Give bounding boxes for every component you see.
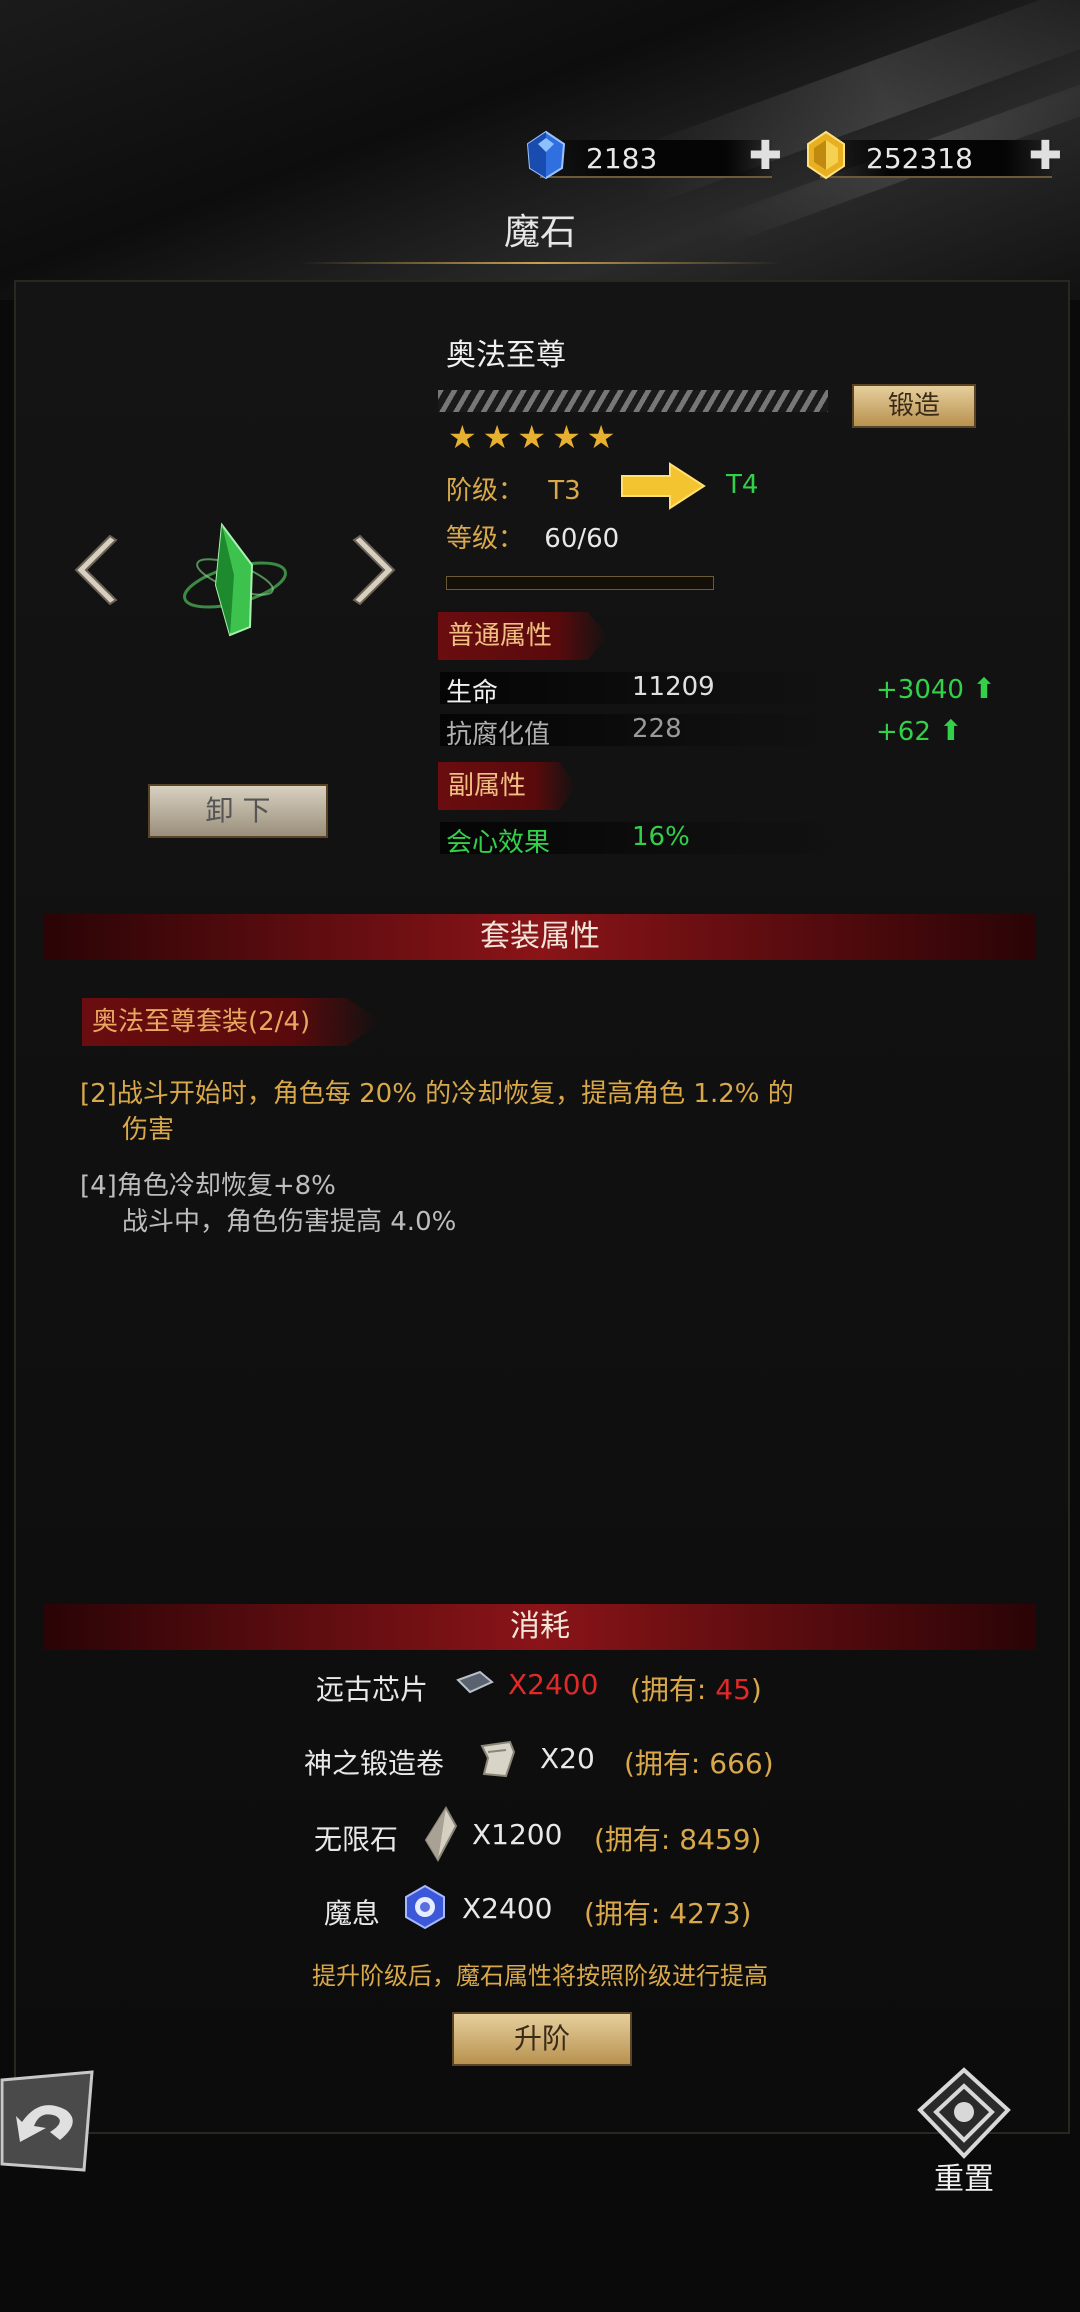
gold-amount: 252318 bbox=[866, 142, 973, 175]
level-label: 等级： bbox=[446, 524, 525, 554]
cost-own-prefix: (拥有: bbox=[584, 1897, 670, 1930]
chevron-left-icon bbox=[74, 534, 118, 606]
reset-button[interactable]: 重置 bbox=[904, 2066, 1024, 2197]
set-bonus-text: 伤害 bbox=[122, 1115, 175, 1145]
cost-own-suffix: ) bbox=[740, 1897, 752, 1930]
up-arrow-icon: ⬆ bbox=[972, 672, 996, 705]
star-icon: ★ bbox=[552, 418, 587, 456]
cost-own-value: 8459 bbox=[679, 1823, 751, 1856]
cost-item: 无限石 X1200 (拥有: 8459) bbox=[0, 1806, 1080, 1862]
star-icon: ★ bbox=[517, 418, 553, 456]
star-icon: ★ bbox=[586, 418, 622, 456]
forge-button[interactable]: 锻造 bbox=[852, 384, 976, 428]
star-icon: ★ bbox=[482, 418, 518, 456]
item-name: 奥法至尊 bbox=[446, 338, 566, 373]
cost-item-qty: X2400 bbox=[462, 1892, 553, 1925]
add-diamond-button[interactable]: ✚ bbox=[748, 136, 782, 176]
back-arrow-icon bbox=[0, 2070, 94, 2172]
tier-from: T3 bbox=[548, 476, 581, 506]
stat-name: 生命 bbox=[446, 678, 499, 708]
cost-own-value: 45 bbox=[715, 1673, 751, 1706]
tier-label: 阶级： bbox=[446, 476, 525, 506]
cost-own-prefix: (拥有: bbox=[630, 1673, 716, 1706]
chip-icon bbox=[456, 1670, 494, 1694]
gold-gem-icon bbox=[807, 130, 845, 180]
set-bonus-tag: [2] bbox=[80, 1079, 117, 1109]
sub-attr-header: 副属性 bbox=[438, 762, 576, 810]
up-arrow-icon: ⬆ bbox=[939, 714, 963, 747]
magic-breath-icon bbox=[405, 1884, 445, 1930]
cost-item: 神之锻造卷 X20 (拥有: 666) bbox=[0, 1740, 1080, 1784]
diamond-counter: 2183 ✚ bbox=[526, 130, 782, 180]
stat-value: 16% bbox=[632, 822, 690, 852]
cost-own-prefix: (拥有: bbox=[594, 1823, 680, 1856]
cost-item-name: 魔息 bbox=[324, 1897, 381, 1930]
title-divider bbox=[300, 262, 780, 264]
tier-to: T4 bbox=[726, 470, 759, 500]
stat-name: 会心效果 bbox=[446, 828, 551, 858]
cost-band-title: 消耗 bbox=[44, 1604, 1036, 1650]
set-name: 奥法至尊套装(2/4) bbox=[82, 998, 382, 1046]
cost-item-qty: X2400 bbox=[508, 1668, 599, 1701]
infinity-stone-icon bbox=[424, 1806, 458, 1862]
diamond-amount: 2183 bbox=[586, 142, 658, 175]
tier-arrow-icon bbox=[621, 462, 706, 510]
chevron-right-icon bbox=[352, 534, 396, 606]
stat-value: 11209 bbox=[632, 672, 715, 702]
set-bonus-4: [4]角色冷却恢复+8% bbox=[80, 1168, 336, 1204]
page-title: 魔石 bbox=[503, 212, 576, 253]
cost-item-qty: X1200 bbox=[472, 1818, 563, 1851]
cost-item-name: 无限石 bbox=[314, 1823, 399, 1856]
set-band-title: 套装属性 bbox=[44, 914, 1036, 960]
reset-label: 重置 bbox=[934, 2162, 994, 2197]
cost-own-suffix: ) bbox=[750, 1823, 762, 1856]
cost-item: 远古芯片 X2400 (拥有: 45) bbox=[0, 1668, 1080, 1710]
set-bonus-text: 战斗开始时，角色每 20% 的冷却恢复，提高角色 1.2% 的 bbox=[116, 1079, 794, 1109]
cost-item-name: 远古芯片 bbox=[316, 1673, 429, 1706]
set-bonus-tag: [4] bbox=[80, 1171, 117, 1201]
stat-delta: +3040 bbox=[876, 675, 964, 705]
set-bonus-2: [2]战斗开始时，角色每 20% 的冷却恢复，提高角色 1.2% 的 bbox=[80, 1076, 794, 1112]
upgrade-button[interactable]: 升阶 bbox=[452, 2012, 632, 2066]
cost-item-name: 神之锻造卷 bbox=[304, 1747, 445, 1780]
add-gold-button[interactable]: ✚ bbox=[1028, 136, 1062, 176]
forge-progress-bar bbox=[438, 390, 828, 412]
cost-item-qty: X20 bbox=[540, 1742, 595, 1775]
cost-own-value: 666 bbox=[709, 1747, 763, 1780]
cost-own-suffix: ) bbox=[762, 1747, 774, 1780]
scroll-icon bbox=[480, 1740, 516, 1778]
level-value: 60/60 bbox=[544, 524, 620, 554]
upgrade-note: 提升阶级后，魔石属性将按照阶级进行提高 bbox=[312, 1962, 768, 1990]
set-bonus-text: 角色冷却恢复+8% bbox=[116, 1171, 336, 1201]
star-icon: ★ bbox=[448, 418, 483, 456]
stat-delta: +62 bbox=[876, 717, 931, 747]
level-progress-bar bbox=[446, 576, 714, 590]
prev-item-button[interactable] bbox=[66, 532, 118, 608]
stat-name: 抗腐化值 bbox=[446, 720, 551, 750]
reset-emblem-icon bbox=[917, 2067, 1011, 2159]
blue-crystal-icon bbox=[526, 130, 566, 180]
gold-counter: 252318 ✚ bbox=[807, 130, 1062, 180]
cost-own-prefix: (拥有: bbox=[624, 1747, 710, 1780]
green-crystal-icon bbox=[183, 522, 287, 637]
cost-own-value: 4273 bbox=[669, 1897, 741, 1930]
unequip-button[interactable]: 卸 下 bbox=[148, 784, 328, 838]
set-bonus-text: 战斗中，角色伤害提高 4.0% bbox=[122, 1207, 457, 1237]
stat-value: 228 bbox=[632, 714, 682, 744]
cost-own-suffix: ) bbox=[750, 1673, 762, 1706]
cost-item: 魔息 X2400 (拥有: 4273) bbox=[0, 1884, 1080, 1934]
base-attr-header: 普通属性 bbox=[438, 612, 608, 660]
star-rating: ★★★★★ bbox=[448, 418, 621, 456]
next-item-button[interactable] bbox=[352, 532, 404, 608]
back-button[interactable] bbox=[0, 2070, 100, 2174]
